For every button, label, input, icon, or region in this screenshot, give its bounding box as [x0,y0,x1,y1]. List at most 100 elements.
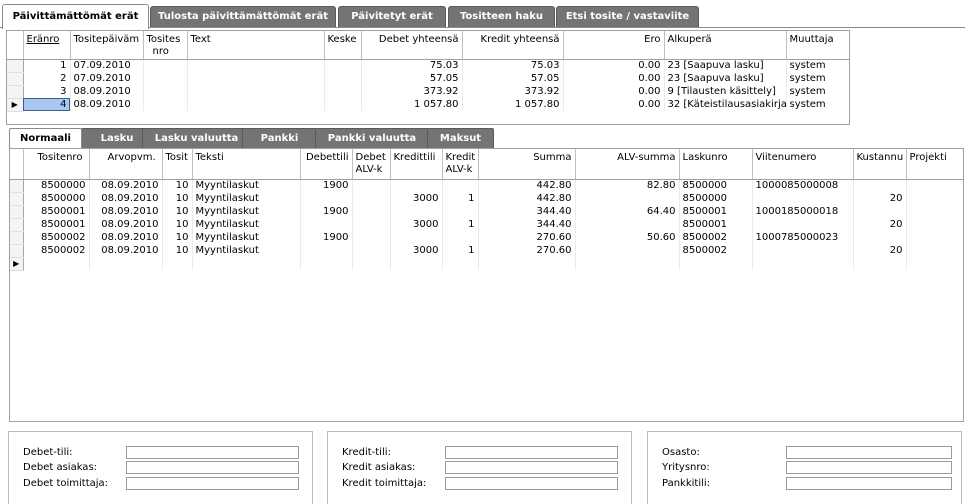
cell-empty[interactable] [89,257,163,270]
tab-find-voucher[interactable]: Etsi tosite / vastaviite [556,6,699,27]
cell-viitenumero[interactable]: 1000185000018 [752,205,854,218]
cell-kustannus[interactable]: 20 [853,244,907,257]
cell-kustannus[interactable] [853,205,907,218]
cell-debet-alv[interactable] [352,231,391,244]
col-header-alkupera[interactable]: Alkuperä [664,31,787,60]
new-row[interactable]: ▶ [10,257,963,271]
cell-empty[interactable] [442,257,479,270]
cell-teksti[interactable]: Myyntilaskut [192,218,301,231]
row-header[interactable] [10,218,24,232]
col-header-erano[interactable]: Eränro [23,31,71,60]
cell-tosit[interactable]: 10 [162,231,193,244]
cell-summa[interactable]: 344.40 [478,218,576,231]
table-row[interactable]: 1 07.09.2010 75.03 75.03 0.00 23 [Saapuv… [7,59,849,73]
cell-alkupera[interactable]: 9 [Tilausten käsittely] [664,85,787,98]
cell-erano[interactable]: 1 [23,59,71,72]
cell-alv-summa[interactable]: 64.40 [575,205,680,218]
cell-laskunro[interactable]: 8500002 [679,231,753,244]
cell-teksti[interactable]: Myyntilaskut [192,244,301,257]
cell-teksti[interactable]: Myyntilaskut [192,179,301,192]
cell-tosit[interactable]: 10 [162,192,193,205]
cell-date[interactable]: 08.09.2010 [70,98,144,111]
col-header-ero[interactable]: Ero [563,31,665,60]
cell-tositenro[interactable]: 8500002 [23,231,90,244]
cell-kredit[interactable]: 57.05 [462,72,564,85]
cell-alv-summa[interactable] [575,244,680,257]
cell-ero[interactable]: 0.00 [563,72,665,85]
cell-teksti[interactable]: Myyntilaskut [192,205,301,218]
cell-kredittili[interactable]: 3000 [390,244,443,257]
cell-debettili[interactable] [300,244,353,257]
cell-projekti[interactable] [906,231,963,244]
col-header-kustannus[interactable]: Kustannu [853,149,907,180]
subtab-pankki[interactable]: Pankki [242,128,317,148]
cell-ero[interactable]: 0.00 [563,85,665,98]
cell-summa[interactable]: 344.40 [478,205,576,218]
cell-debet[interactable]: 75.03 [361,59,463,72]
table-row[interactable]: 8500002 08.09.2010 10 Myyntilaskut 3000 … [10,244,963,258]
cell-empty[interactable] [300,257,353,270]
cell-date[interactable]: 08.09.2010 [70,85,144,98]
subtab-lasku-valuutta[interactable]: Lasku valuutta [142,128,251,148]
col-header-text[interactable]: Text [187,31,325,60]
cell-tosites[interactable] [143,59,188,72]
cell-kredittili[interactable]: 3000 [390,218,443,231]
cell-tosit[interactable]: 10 [162,179,193,192]
batch-grid[interactable]: Eränro Tositepäiväm Tosites nro Text Kesk… [6,30,850,125]
cell-tositenro[interactable]: 8500001 [23,205,90,218]
col-header-tosit[interactable]: Tosit [162,149,193,180]
cell-arvopvm[interactable]: 08.09.2010 [89,192,163,205]
table-row[interactable]: 8500000 08.09.2010 10 Myyntilaskut 3000 … [10,192,963,206]
cell-debet[interactable]: 57.05 [361,72,463,85]
osasto-input[interactable] [786,446,952,459]
cell-muuttaja[interactable]: system [786,85,849,98]
cell-teksti[interactable]: Myyntilaskut [192,231,301,244]
cell-projekti[interactable] [906,244,963,257]
table-row[interactable]: 8500002 08.09.2010 10 Myyntilaskut 1900 … [10,231,963,245]
row-header[interactable] [7,85,24,99]
cell-alkupera[interactable]: 32 [Käteistilausasiakirja] [664,98,787,111]
cell-debet-alv[interactable] [352,205,391,218]
cell-summa[interactable]: 270.60 [478,244,576,257]
cell-viitenumero[interactable]: 1000085000008 [752,179,854,192]
subtab-maksut[interactable]: Maksut [427,128,494,148]
cell-teksti[interactable]: Myyntilaskut [192,192,301,205]
cell-empty[interactable] [352,257,391,270]
cell-empty[interactable] [478,257,576,270]
cell-tosit[interactable]: 10 [162,244,193,257]
col-header-laskunro[interactable]: Laskunro [679,149,753,180]
cell-debet-alv[interactable] [352,179,391,192]
cell-viitenumero[interactable] [752,218,854,231]
cell-date[interactable]: 07.09.2010 [70,72,144,85]
col-header-summa[interactable]: Summa [478,149,576,180]
cell-text[interactable] [187,85,325,98]
cell-empty[interactable] [390,257,443,270]
col-header-alv-summa[interactable]: ALV-summa [575,149,680,180]
col-header-kredit-yhteensa[interactable]: Kredit yhteensä [462,31,564,60]
cell-alv-summa[interactable]: 82.80 [575,179,680,192]
cell-keske[interactable] [324,98,362,111]
table-row[interactable]: 8500001 08.09.2010 10 Myyntilaskut 1900 … [10,205,963,219]
cell-summa[interactable]: 270.60 [478,231,576,244]
cell-debettili[interactable]: 1900 [300,231,353,244]
cell-empty[interactable] [679,257,753,270]
tab-posted-batches[interactable]: Päivitetyt erät [338,6,446,27]
subtab-pankki-valuutta[interactable]: Pankki valuutta [315,128,429,148]
col-header-projekti[interactable]: Projekti [906,149,963,180]
cell-laskunro[interactable]: 8500001 [679,218,753,231]
cell-tosites[interactable] [143,98,188,111]
cell-alv-summa[interactable]: 50.60 [575,231,680,244]
col-header-tositenro[interactable]: Tositenro [23,149,90,180]
cell-muuttaja[interactable]: system [786,72,849,85]
row-pointer-icon[interactable]: ▶ [7,98,24,112]
cell-laskunro[interactable]: 8500001 [679,205,753,218]
cell-viitenumero[interactable] [752,244,854,257]
cell-muuttaja[interactable]: system [786,59,849,72]
cell-kustannus[interactable] [853,179,907,192]
cell-debettili[interactable]: 1900 [300,179,353,192]
cell-kredit-alv[interactable]: 1 [442,218,479,231]
col-header-kredittili[interactable]: Kredittili [390,149,443,180]
cell-kustannus[interactable]: 20 [853,218,907,231]
cell-summa[interactable]: 442.80 [478,192,576,205]
cell-text[interactable] [187,59,325,72]
